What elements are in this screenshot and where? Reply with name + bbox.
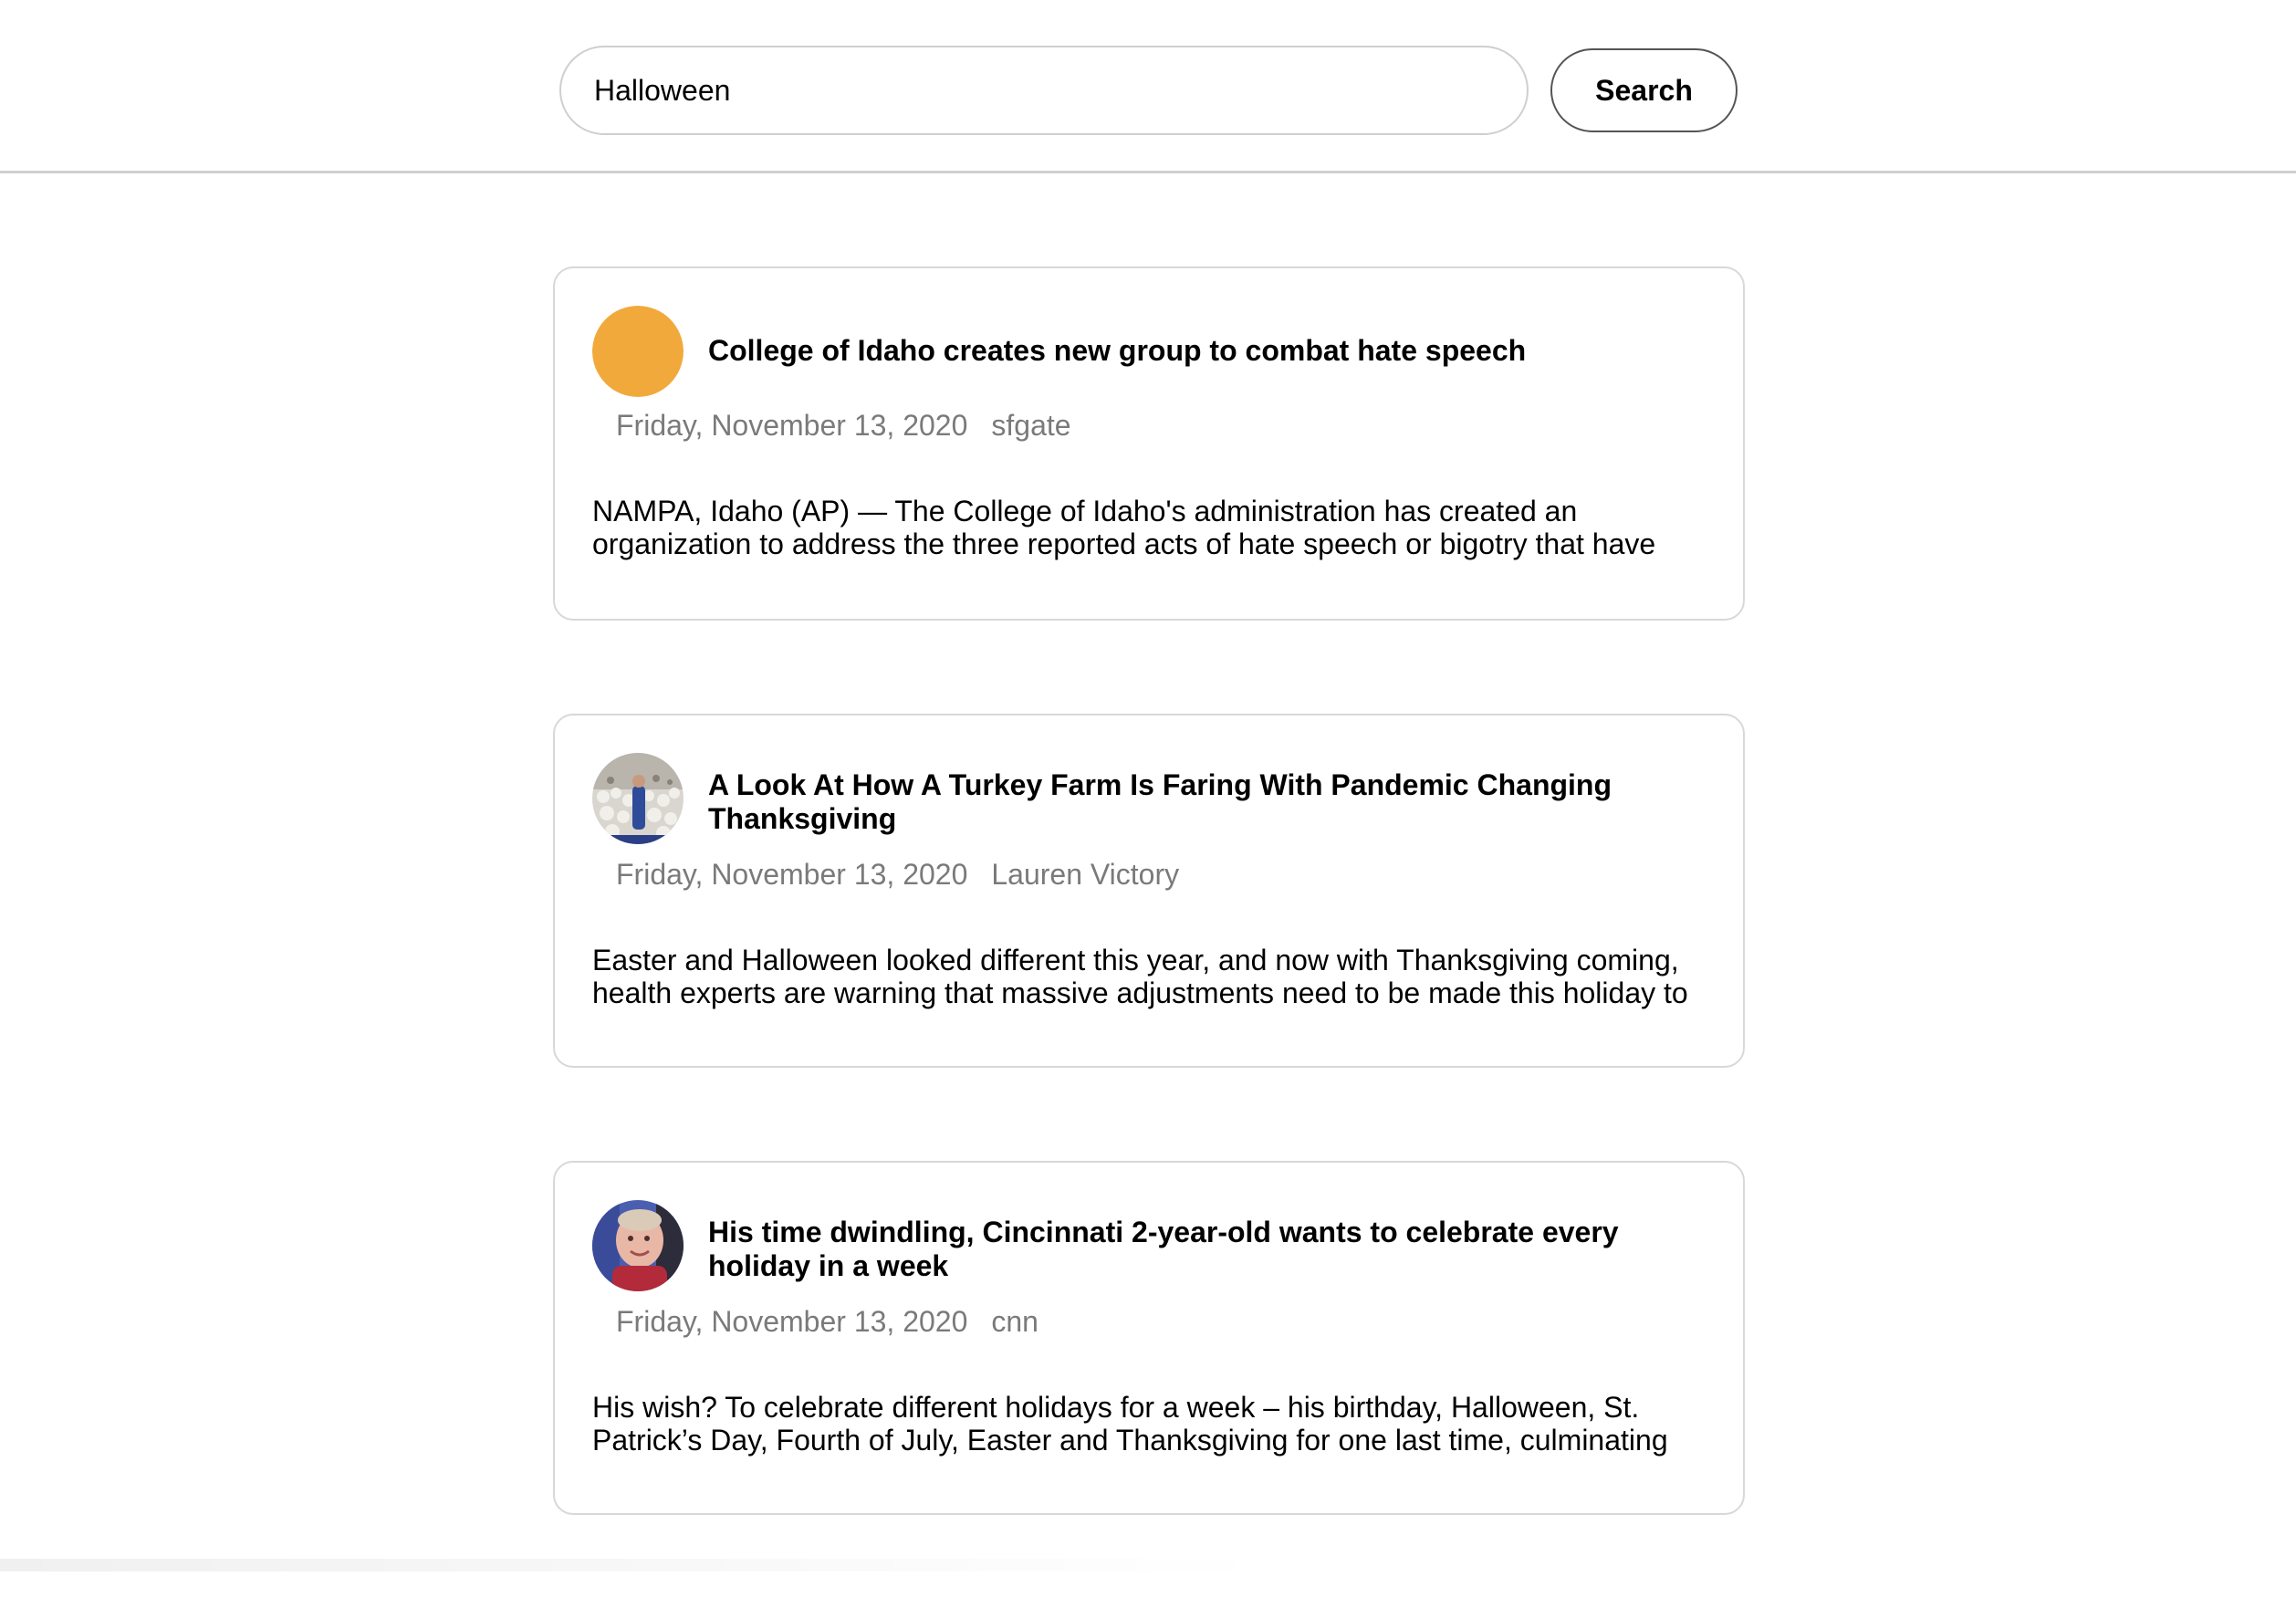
result-title[interactable]: College of Idaho creates new group to co… [708,334,1657,368]
result-date: Friday, November 13, 2020 [616,409,968,442]
result-meta: Friday, November 13, 2020 Lauren Victory [616,856,1179,893]
result-thumbnail [592,753,684,844]
result-meta: Friday, November 13, 2020 cnn [616,1303,1038,1340]
result-snippet: His wish? To celebrate different holiday… [592,1391,1668,1457]
scroll-shadow [0,1559,1278,1571]
orange-circle-icon [592,306,684,397]
result-card[interactable]: His time dwindling, Cincinnati 2-year-ol… [553,1161,1745,1515]
result-source: cnn [991,1305,1038,1338]
result-date: Friday, November 13, 2020 [616,1305,968,1338]
result-source: Lauren Victory [991,858,1180,891]
child-portrait-thumbnail-icon [592,1200,684,1291]
result-card[interactable]: A Look At How A Turkey Farm Is Faring Wi… [553,714,1745,1068]
results-list: College of Idaho creates new group to co… [553,266,1745,1608]
source-avatar [592,306,684,397]
result-source: sfgate [991,409,1071,442]
result-card[interactable]: College of Idaho creates new group to co… [553,266,1745,621]
turkey-farm-thumbnail-icon [592,753,684,844]
result-title[interactable]: His time dwindling, Cincinnati 2-year-ol… [708,1216,1657,1283]
search-header: Search [0,0,2296,173]
result-snippet: NAMPA, Idaho (AP) — The College of Idaho… [592,495,1656,560]
result-date: Friday, November 13, 2020 [616,858,968,891]
result-thumbnail [592,1200,684,1291]
result-title[interactable]: A Look At How A Turkey Farm Is Faring Wi… [708,768,1657,836]
search-button[interactable]: Search [1550,48,1738,132]
search-input[interactable] [559,46,1529,135]
result-snippet: Easter and Halloween looked different th… [592,944,1688,1009]
result-meta: Friday, November 13, 2020 sfgate [616,407,1071,444]
